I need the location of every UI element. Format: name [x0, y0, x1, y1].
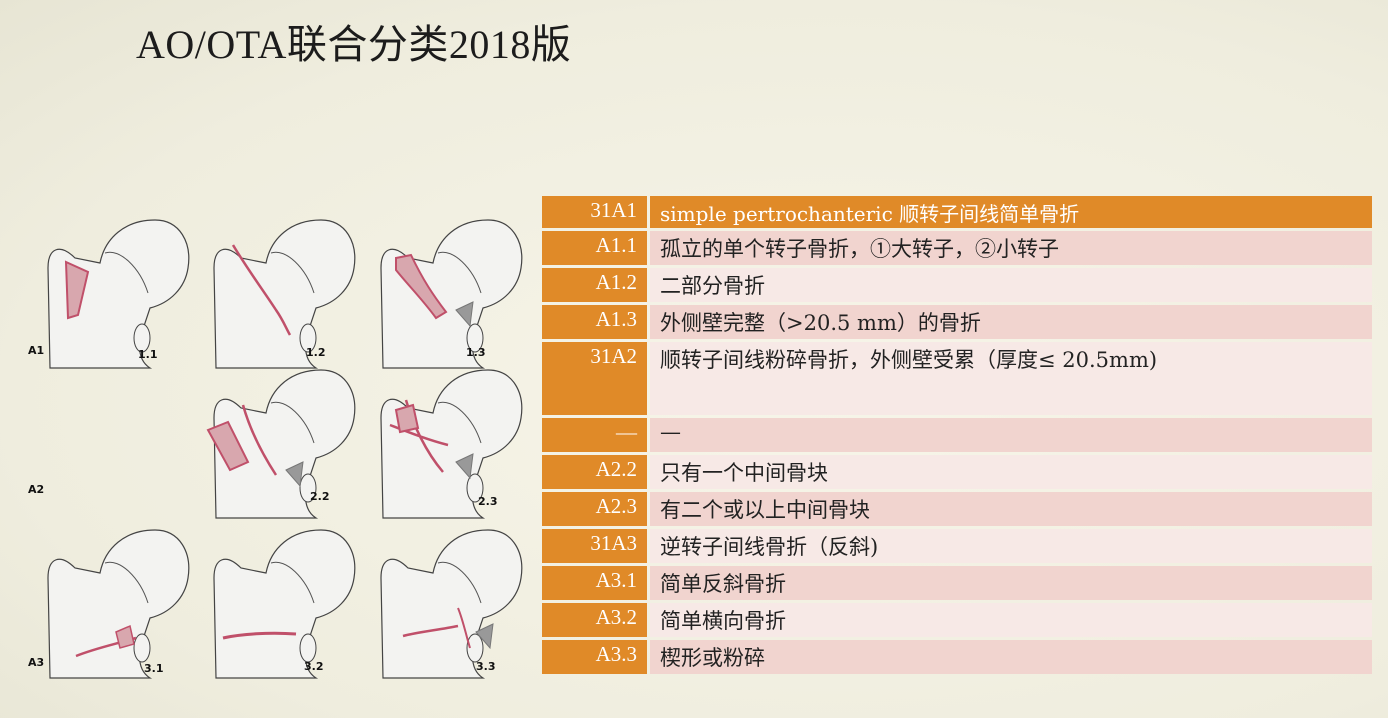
- row-code: A1.3: [542, 305, 647, 339]
- row-code: A3.1: [542, 566, 647, 600]
- row-description: 顺转子间线粉碎骨折，外侧壁受累（厚度≤ 20.5mm): [650, 342, 1372, 415]
- table-row: A2.3 有二个或以上中间骨块: [542, 492, 1372, 526]
- panel-label: 2.2: [310, 490, 330, 503]
- row-description: 只有一个中间骨块: [650, 455, 1372, 489]
- panel-label: 3.3: [476, 660, 496, 673]
- table-row: 31A1 simple pertrochanteric 顺转子间线简单骨折: [542, 196, 1372, 228]
- row-description: 外侧壁完整（>20.5 mm）的骨折: [650, 305, 1372, 339]
- row-description: 简单横向骨折: [650, 603, 1372, 637]
- row-code: A1.1: [542, 231, 647, 265]
- femur-1-2: [213, 219, 356, 369]
- femur-3-1: [47, 529, 190, 679]
- row-code: —: [542, 418, 647, 452]
- fracture-classification-figure: A1 A2 A3 1.1 1.2 1.3 2.2 2.3 3.1 3.2 3.3: [18, 200, 528, 700]
- row-code: 31A1: [542, 196, 647, 228]
- table-row: A1.3 外侧壁完整（>20.5 mm）的骨折: [542, 305, 1372, 339]
- page-title: AO/OTA联合分类2018版: [136, 22, 572, 67]
- row-description: —: [650, 418, 1372, 452]
- table-row: A2.2 只有一个中间骨块: [542, 455, 1372, 489]
- femur-3-2: [213, 529, 356, 679]
- row-code: 31A3: [542, 529, 647, 563]
- panel-label: 3.2: [304, 660, 324, 673]
- row-description: 逆转子间线骨折（反斜): [650, 529, 1372, 563]
- row-label-a2: A2: [28, 483, 44, 496]
- femur-1-1: [47, 219, 190, 369]
- table-row: A3.3 楔形或粉碎: [542, 640, 1372, 674]
- row-code: A1.2: [542, 268, 647, 302]
- row-description: 楔形或粉碎: [650, 640, 1372, 674]
- row-description: 二部分骨折: [650, 268, 1372, 302]
- classification-table: 31A1 simple pertrochanteric 顺转子间线简单骨折 A1…: [542, 196, 1372, 677]
- table-row: — —: [542, 418, 1372, 452]
- panel-label: 1.3: [466, 346, 486, 359]
- row-code: A3.2: [542, 603, 647, 637]
- panel-label: 1.1: [138, 348, 158, 361]
- row-description: 有二个或以上中间骨块: [650, 492, 1372, 526]
- panel-label: 1.2: [306, 346, 326, 359]
- row-description: 简单反斜骨折: [650, 566, 1372, 600]
- table-row: 31A2 顺转子间线粉碎骨折，外侧壁受累（厚度≤ 20.5mm): [542, 342, 1372, 415]
- row-code: A2.3: [542, 492, 647, 526]
- panel-label: 3.1: [144, 662, 164, 675]
- row-code: A2.2: [542, 455, 647, 489]
- femur-2-2: [206, 369, 356, 519]
- panel-label: 2.3: [478, 495, 498, 508]
- table-row: 31A3 逆转子间线骨折（反斜): [542, 529, 1372, 563]
- table-row: A1.1 孤立的单个转子骨折，①大转子，②小转子: [542, 231, 1372, 265]
- table-row: A1.2 二部分骨折: [542, 268, 1372, 302]
- femur-1-3: [380, 219, 523, 369]
- row-label-a1: A1: [28, 344, 44, 357]
- row-code: A3.3: [542, 640, 647, 674]
- femur-diagram: A1 A2 A3 1.1 1.2 1.3 2.2 2.3 3.1 3.2 3.3: [28, 219, 523, 679]
- femur-2-3: [380, 369, 523, 519]
- table-row: A3.1 简单反斜骨折: [542, 566, 1372, 600]
- row-description: simple pertrochanteric 顺转子间线简单骨折: [650, 196, 1372, 228]
- row-code: 31A2: [542, 342, 647, 415]
- row-description: 孤立的单个转子骨折，①大转子，②小转子: [650, 231, 1372, 265]
- row-label-a3: A3: [28, 656, 44, 669]
- femur-3-3: [380, 529, 523, 679]
- table-row: A3.2 简单横向骨折: [542, 603, 1372, 637]
